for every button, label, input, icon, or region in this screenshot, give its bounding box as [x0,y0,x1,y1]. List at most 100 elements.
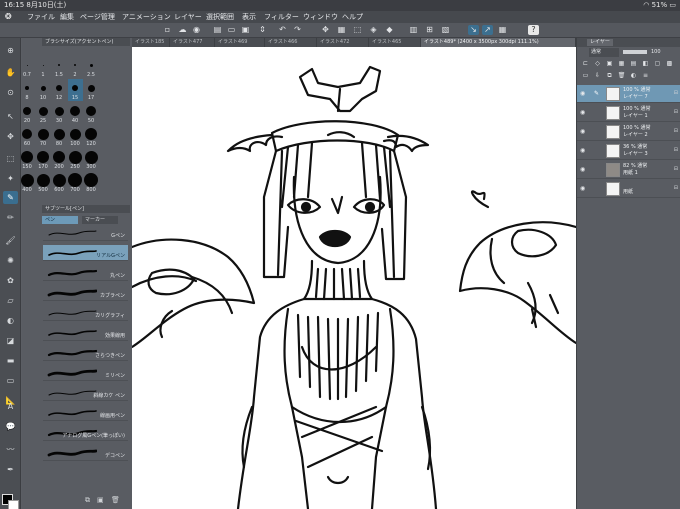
correction-tool-icon[interactable]: 〰 [3,443,18,456]
layer-row[interactable]: ◉ 82 % 通常 用紙 1 ⊟ [577,161,680,179]
transform-icon[interactable]: ✥ [320,25,331,35]
tab-pen[interactable]: ペン [42,216,78,224]
zoom-tool-icon[interactable]: ⊕ [3,44,18,57]
brush-size-dot[interactable] [23,107,31,115]
ruler-show-icon[interactable]: ◧ [641,60,650,68]
sub-color[interactable] [8,500,19,509]
cloud-icon[interactable]: ☁ [177,25,188,35]
brush-size-dot[interactable] [36,173,50,187]
subtool-item[interactable]: 丸ペン [43,265,128,281]
brush-size-dot[interactable] [86,106,96,116]
brush-size-dot[interactable] [37,151,49,163]
brush-size-dot[interactable] [89,63,93,67]
brush-size-dot[interactable] [74,64,76,66]
doc-tab[interactable]: イラスト469 [215,38,265,47]
new-canvas-icon[interactable]: ▫ [162,25,173,35]
decoration-tool-icon[interactable]: ✿ [3,274,18,287]
subtool-item[interactable]: 効果線用 [43,325,128,341]
doc-tab[interactable]: イラスト472 [317,38,369,47]
menu-layer[interactable]: レイヤー [174,11,202,23]
doc-tab[interactable]: イラスト465 [369,38,421,47]
open-icon[interactable]: ▤ [212,25,223,35]
brush-size-dot[interactable] [40,85,46,91]
hand-tool-icon[interactable]: ✋ [3,66,18,79]
delete-layer-icon[interactable]: 🗑 [617,72,626,80]
undo-icon[interactable]: ↶ [277,25,288,35]
lock-transparency-icon[interactable]: ▦ [617,60,626,68]
menu-file[interactable]: ファイル [27,11,55,23]
fill-icon[interactable]: ▦ [336,25,347,35]
doc-tab[interactable]: イラスト466 [265,38,317,47]
blend-mode-select[interactable]: 通常 [589,48,619,57]
undo-dropdown-icon[interactable]: ⇕ [257,25,268,35]
subtool-item[interactable]: デコペン [43,445,128,461]
brush-size-dot[interactable] [54,106,64,116]
subtool-item[interactable]: カリグラフィ [43,305,128,321]
doc-tab[interactable]: イラスト477 [170,38,215,47]
brush-size-dot[interactable] [70,106,80,116]
subtool-item[interactable]: アナログ風Gペン(筆っぽい) [43,425,128,441]
opacity-value[interactable]: 100 [651,48,661,57]
tab-marker[interactable]: マーカー [82,216,118,224]
invert-selection-icon[interactable]: ◆ [384,25,395,35]
layer-row[interactable]: ◉ 100 % 通常 レイヤー 1 ⊟ [577,104,680,122]
brush-size-dot[interactable] [22,129,32,139]
brush-size-dot[interactable] [21,151,33,163]
deselect-icon[interactable]: ◈ [368,25,379,35]
brush-size-dot[interactable] [84,173,98,187]
airbrush-tool-icon[interactable]: ✺ [3,254,18,267]
layer-panel-tab[interactable]: レイヤー [587,39,613,46]
layer-row[interactable]: ◉ 36 % 通常 レイヤー 3 ⊟ [577,142,680,160]
mask-icon[interactable]: ▤ [629,60,638,68]
save-icon[interactable]: ◉ [191,25,202,35]
doc-tab[interactable]: イラスト185 [132,38,170,47]
drawing-canvas[interactable] [132,47,576,509]
menu-edit[interactable]: 編集 [60,11,74,23]
eraser-tool-icon[interactable]: ▱ [3,294,18,307]
brush-size-dot[interactable] [84,150,98,164]
menu-filter[interactable]: フィルター [264,11,299,23]
auto-select-tool-icon[interactable]: ✦ [3,172,18,185]
reference-layer-icon[interactable]: ◇ [593,60,602,68]
subtool-item[interactable]: Gペン [43,225,128,241]
gradient-tool-icon[interactable]: ▬ [3,354,18,367]
blend-tool-icon[interactable]: ◐ [3,314,18,327]
new-raster-icon[interactable]: ▢ [653,60,662,68]
eyedropper-tool-icon[interactable]: ✒ [3,463,18,476]
brush-size-dot[interactable] [85,128,97,140]
merge-down-icon[interactable]: ⇩ [593,72,602,80]
eye-icon[interactable]: ◉ [580,109,585,116]
selection-tool-icon[interactable]: ⬚ [3,152,18,165]
menu-help[interactable]: ヘルプ [342,11,363,23]
eye-icon[interactable]: ◉ [580,166,585,173]
eye-icon[interactable]: ◉ [580,128,585,135]
new-subtool-icon[interactable]: ▣ [97,496,104,504]
clip-below-icon[interactable]: ⊏ [581,60,590,68]
text-tool-icon[interactable]: A [3,400,18,413]
subtool-panel-title[interactable]: サブツール[ペン] [42,205,130,213]
doc-tab-active[interactable]: イラスト489* (2400 x 3500px 300dpi 111.1%) [421,38,576,47]
brush-size-dot[interactable] [87,84,95,92]
copy-layer-icon[interactable]: ⧉ [605,72,614,80]
brush-size-dot[interactable] [68,150,82,164]
brush-size-dot[interactable] [38,106,48,116]
brush-tool-icon[interactable]: 🖌 [3,234,18,247]
layer-row[interactable]: ◉ 100 % 通常 レイヤー 2 ⊟ [577,123,680,141]
color-swatch[interactable] [2,494,19,509]
eye-icon[interactable]: ◉ [580,185,585,192]
pencil-tool-icon[interactable]: ✏ [3,211,18,224]
menu-page[interactable]: ページ管理 [80,11,115,23]
delete-subtool-icon[interactable]: 🗑 [111,496,120,504]
layer-row[interactable]: ◉ ✎ 100 % 通常 レイヤー 7 ⊟ [577,85,680,103]
brush-size-dot[interactable] [69,128,81,140]
eye-icon[interactable]: ◉ [580,147,585,154]
app-logo-icon[interactable]: ❂ [5,12,14,21]
brush-size-dot[interactable] [52,173,66,187]
brush-size-dot[interactable] [26,64,28,66]
operation-tool-icon[interactable]: ↖ [3,110,18,123]
layer-row[interactable]: ◉ 用紙 ⊟ [577,180,680,198]
mask-add-icon[interactable]: ◐ [629,72,638,80]
menu-selection[interactable]: 選択範囲 [206,11,234,23]
brush-size-panel-title[interactable]: ブラシサイズ(アクセントペン) [42,38,130,46]
crop-icon[interactable]: ⊞ [424,25,435,35]
